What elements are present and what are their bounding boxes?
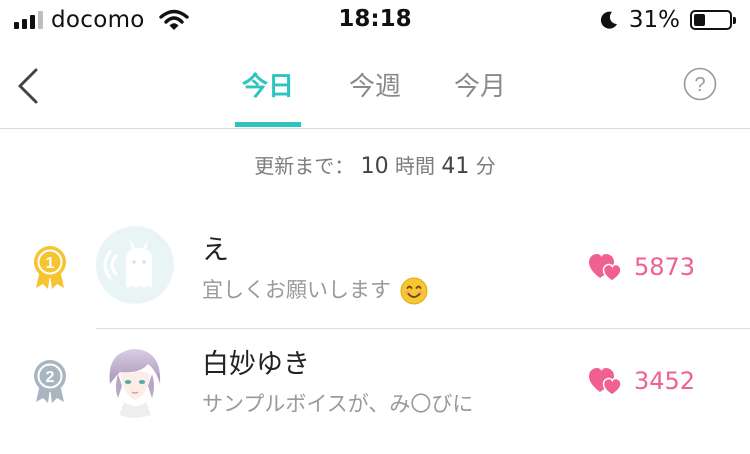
likes-count: 5873 [634,253,696,281]
battery-icon [690,10,736,30]
row-divider [96,328,750,329]
countdown-minutes: 41 [441,154,470,179]
user-name: え [202,235,229,266]
double-heart-icon [589,368,622,396]
countdown-prefix: 更新まで： [254,154,355,178]
svg-text:1: 1 [46,255,55,272]
period-tabs: 今日 今週 今月 [0,40,750,128]
message-text: サンプルボイスが、み〇びに [202,392,474,416]
avatar-default-character[interactable] [96,226,174,304]
active-tab-indicator [235,122,301,127]
tab-today[interactable]: 今日 [233,66,303,103]
avatar-user-portrait[interactable] [96,340,174,418]
message-text: 宜しくお願いします [202,278,391,302]
countdown-minutes-unit: 分 [475,154,496,178]
help-icon[interactable]: ? [683,67,717,101]
svg-text:2: 2 [46,369,55,386]
tab-this-month[interactable]: 今月 [445,66,515,103]
ranking-row-1[interactable]: 1 え 宜しくお願いします 5873 [0,216,750,316]
countdown-hours-unit: 時間 [395,154,435,178]
user-message: 宜しくお願いします [202,274,428,305]
battery-percent: 31% [628,7,680,33]
battery-fill [694,14,705,26]
ranking-row-2[interactable]: 2 白妙ゆき サンプルボイスが、み〇びに 3452 [0,330,750,430]
do-not-disturb-moon-icon [600,11,617,29]
svg-text:?: ? [694,74,705,96]
rank-medal-silver-icon: 2 [34,360,66,403]
tab-this-week[interactable]: 今週 [340,66,410,103]
rank-medal-gold-icon: 1 [34,246,66,289]
countdown-hours: 10 [360,154,389,179]
navigation-bar: 今日 今週 今月 ? [0,40,750,129]
likes-count: 3452 [634,367,696,395]
double-heart-icon [589,254,622,282]
status-bar: docomo 18:18 31% [0,0,750,40]
user-name: 白妙ゆき [202,349,310,380]
likes-counter: 5873 [588,250,695,284]
likes-counter: 3452 [588,364,695,398]
update-countdown: 更新まで： 10 時間 41 分 [0,150,750,179]
smiling-face-emoji-icon [400,277,428,305]
status-right: 31% [599,6,736,34]
user-message: サンプルボイスが、み〇びに [202,388,473,418]
